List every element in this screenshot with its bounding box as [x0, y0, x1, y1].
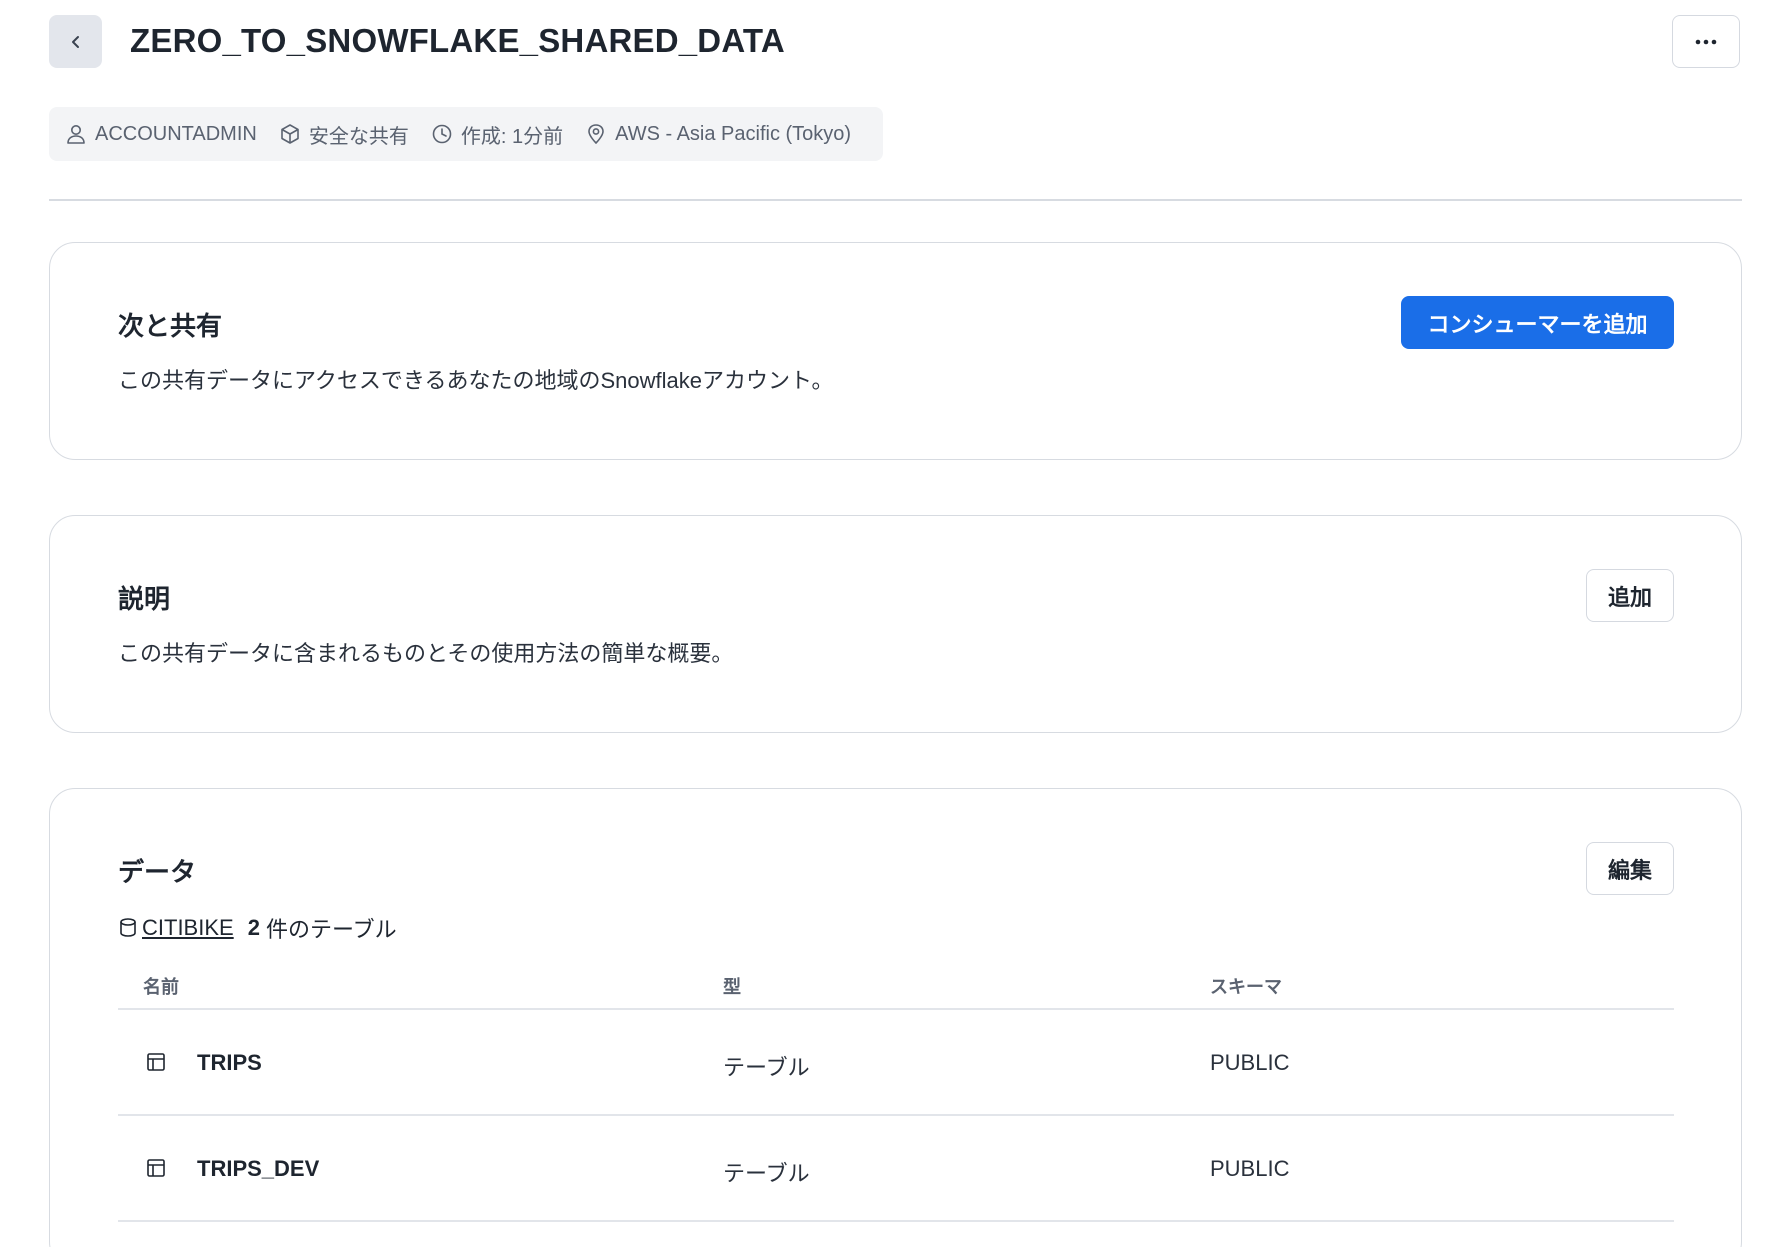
meta-created-text: 作成: 1分前 [460, 125, 564, 148]
header-divider [49, 199, 1742, 201]
add-description-button[interactable]: 追加 [1586, 569, 1674, 622]
page-title: ZERO_TO_SNOWFLAKE_SHARED_DATA [130, 22, 785, 59]
row-type: テーブル [723, 1055, 810, 1080]
back-button[interactable] [49, 15, 102, 68]
meta-share-type: 安全な共有 [279, 120, 409, 149]
more-options-button[interactable] [1672, 15, 1740, 68]
meta-role-text: ACCOUNTADMIN [95, 122, 257, 145]
meta-share-type-text: 安全な共有 [308, 125, 409, 148]
table-count: 2 [247, 915, 260, 940]
table-row[interactable]: TRIPS テーブル PUBLIC [118, 1010, 1674, 1116]
ellipsis-icon [1695, 39, 1717, 44]
description-title: 説明 [118, 584, 171, 614]
data-card: データ 編集 CITIBIKE 2 件のテーブル 名前 型 スキーマ TRIPS… [49, 788, 1742, 1247]
meta-region-text: AWS - Asia Pacific (Tokyo) [615, 122, 852, 145]
row-type: テーブル [723, 1161, 810, 1186]
clock-icon [432, 124, 452, 144]
column-header-name[interactable]: 名前 [143, 973, 179, 999]
map-pin-icon [588, 124, 604, 144]
table-header: 名前 型 スキーマ [118, 967, 1674, 1010]
page-header: ZERO_TO_SNOWFLAKE_SHARED_DATA [49, 0, 1771, 100]
table-icon [147, 1053, 165, 1071]
database-link[interactable]: CITIBIKE [142, 915, 234, 941]
chevron-left-icon [71, 35, 79, 48]
table-icon [147, 1159, 165, 1177]
row-name: TRIPS [197, 1050, 262, 1075]
share-meta-bar: ACCOUNTADMIN 安全な共有 作成: 1分前 AWS - Asia Pa… [49, 107, 883, 161]
database-icon [120, 918, 136, 937]
table-count-suffix: 件のテーブル [265, 917, 397, 942]
user-icon [67, 125, 85, 144]
share-with-title: 次と共有 [118, 311, 223, 341]
shared-objects-table: 名前 型 スキーマ TRIPS テーブル PUBLIC TRIPS_DEV テー… [118, 967, 1674, 1222]
row-schema: PUBLIC [1210, 1050, 1290, 1075]
meta-created: 作成: 1分前 [431, 120, 563, 149]
meta-region: AWS - Asia Pacific (Tokyo) [585, 123, 851, 146]
share-detail-page: ZERO_TO_SNOWFLAKE_SHARED_DATA ACCOUNTADM… [0, 0, 1771, 1247]
add-consumer-button[interactable]: コンシューマーを追加 [1401, 296, 1674, 349]
description-card: 説明 この共有データに含まれるものとその使用方法の簡単な概要。 追加 [49, 515, 1742, 733]
column-header-type[interactable]: 型 [723, 973, 741, 999]
table-row[interactable]: TRIPS_DEV テーブル PUBLIC [118, 1116, 1674, 1222]
meta-role: ACCOUNTADMIN [65, 123, 257, 146]
row-schema: PUBLIC [1210, 1156, 1290, 1181]
share-with-card: 次と共有 この共有データにアクセスできるあなたの地域のSnowflakeアカウン… [49, 242, 1742, 460]
cube-icon [281, 124, 299, 144]
data-title: データ [118, 857, 197, 887]
edit-data-button[interactable]: 編集 [1586, 842, 1674, 895]
column-header-schema[interactable]: スキーマ [1210, 973, 1282, 999]
row-name: TRIPS_DEV [197, 1156, 320, 1181]
database-summary: CITIBIKE 2 件のテーブル [118, 912, 397, 944]
description-text: この共有データに含まれるものとその使用方法の簡単な概要。 [118, 641, 734, 666]
share-with-description: この共有データにアクセスできるあなたの地域のSnowflakeアカウント。 [118, 368, 834, 393]
